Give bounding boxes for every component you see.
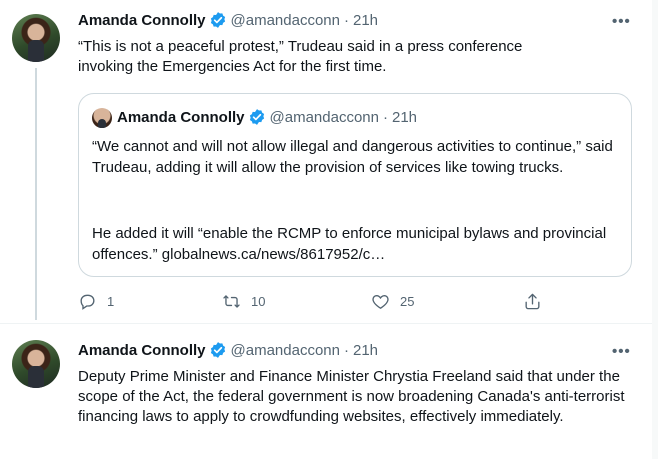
retweet-button[interactable]: 10 <box>222 292 265 311</box>
tweet-header: Amanda Connolly @amandacconn · 21h <box>78 11 378 29</box>
quoted-timestamp: 21h <box>391 108 418 126</box>
verified-badge-icon <box>210 12 225 28</box>
avatar[interactable] <box>12 340 60 388</box>
more-options-icon[interactable]: ••• <box>612 343 631 360</box>
author-name[interactable]: Amanda Connolly <box>78 342 206 359</box>
verified-badge-icon <box>210 342 225 358</box>
quoted-tweet-header: Amanda Connolly @amandacconn · 21h <box>117 108 417 126</box>
scrollbar-track[interactable] <box>652 0 658 459</box>
quoted-tweet-card[interactable]: Amanda Connolly @amandacconn · 21h “We c… <box>78 93 632 277</box>
tweet-actions: 1 10 25 <box>78 290 548 314</box>
share-icon <box>525 293 540 310</box>
avatar[interactable] <box>12 14 60 62</box>
share-button[interactable] <box>523 292 552 311</box>
reply-icon <box>80 294 95 310</box>
separator-dot: · <box>343 11 349 29</box>
tweet-text: “This is not a peaceful protest,” Trudea… <box>78 38 523 75</box>
like-count: 25 <box>400 294 415 309</box>
separator-dot: · <box>343 341 349 359</box>
quoted-avatar <box>92 108 112 128</box>
quoted-author-handle: @amandacconn <box>269 108 379 126</box>
author-name[interactable]: Amanda Connolly <box>78 12 206 29</box>
reply-count: 1 <box>107 294 115 309</box>
quoted-tweet-text-2: He added it will “enable the RCMP to enf… <box>92 225 607 263</box>
quoted-tweet-text: “We cannot and will not allow illegal an… <box>92 138 613 176</box>
retweet-icon <box>223 295 240 308</box>
author-handle[interactable]: @amandacconn <box>231 342 340 359</box>
retweet-count: 10 <box>251 294 266 309</box>
tweet-divider <box>0 323 658 324</box>
like-button[interactable]: 25 <box>371 292 414 311</box>
heart-icon <box>372 294 389 310</box>
author-handle[interactable]: @amandacconn <box>231 12 340 29</box>
quoted-author-name: Amanda Connolly <box>117 108 245 126</box>
timestamp[interactable]: 21h <box>353 12 378 29</box>
more-options-icon[interactable]: ••• <box>612 13 631 30</box>
tweet-text: Deputy Prime Minister and Finance Minist… <box>78 368 625 425</box>
separator-dot: · <box>382 108 388 126</box>
reply-button[interactable]: 1 <box>78 292 114 311</box>
tweet-header: Amanda Connolly @amandacconn · 21h <box>78 341 378 359</box>
timestamp[interactable]: 21h <box>353 342 378 359</box>
verified-badge-icon <box>249 109 264 125</box>
thread-connector-line <box>35 68 37 320</box>
